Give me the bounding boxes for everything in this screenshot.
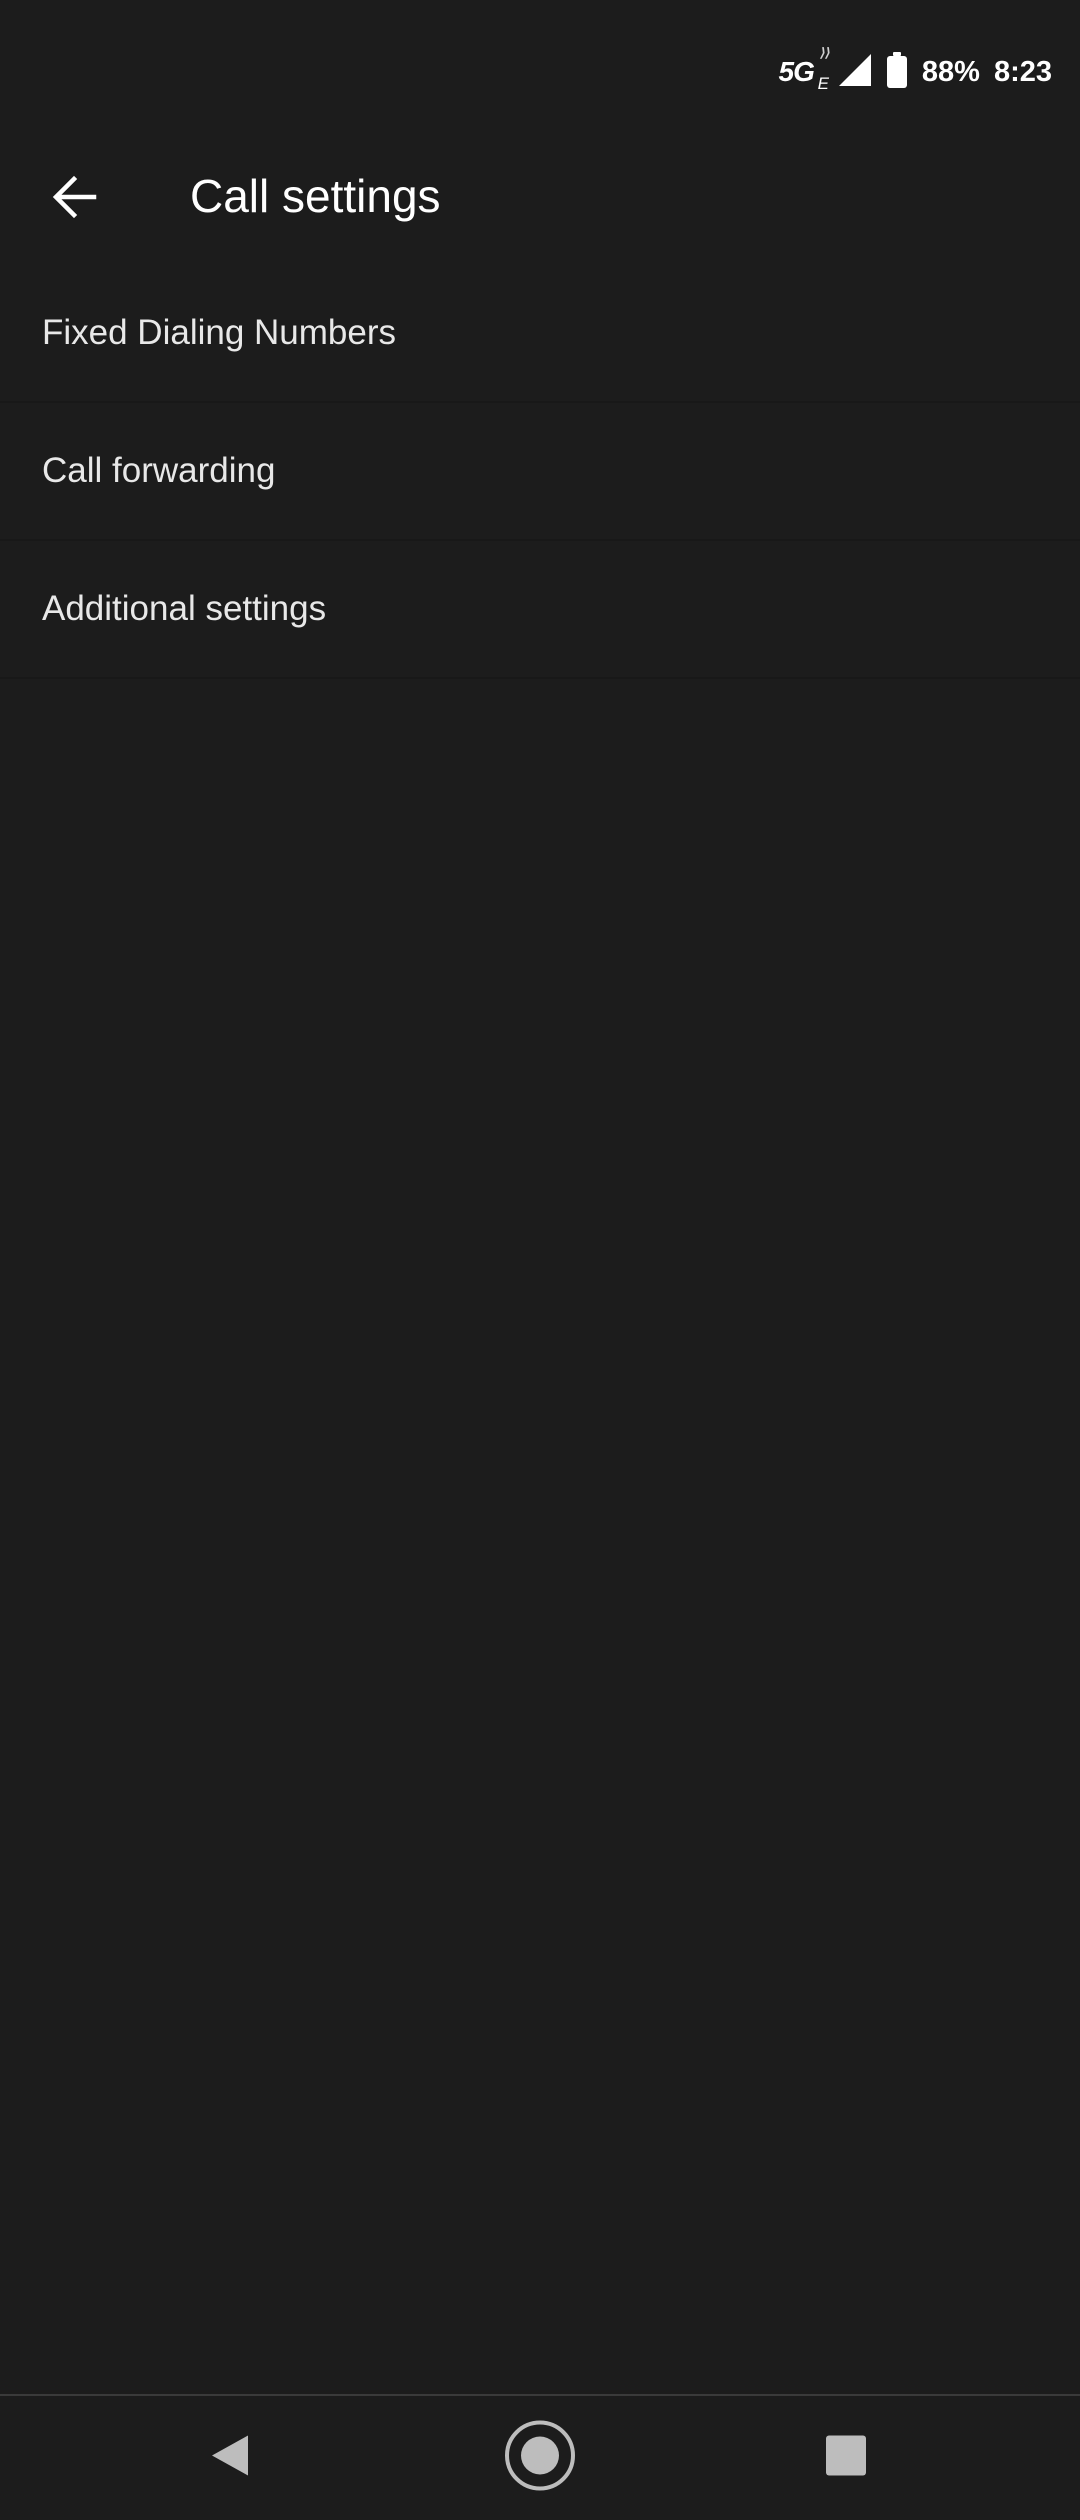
app-bar: Call settings [0,140,1080,250]
page-title: Call settings [190,170,441,222]
setting-fixed-dialing-numbers[interactable]: Fixed Dialing Numbers [0,265,1080,403]
network-sub-label: E [817,74,829,93]
setting-call-forwarding[interactable]: Call forwarding [0,403,1080,541]
setting-label: Fixed Dialing Numbers [42,313,397,352]
back-button[interactable] [40,165,108,233]
setting-label: Additional settings [42,589,327,628]
battery-percent: 88% [921,55,980,88]
nav-home-button[interactable] [503,2419,577,2498]
call-settings-screen: 5G E ⟩⟩ 88% 8:23 Call settings Fixed Dia… [0,0,1080,2520]
nav-back-button[interactable] [210,2434,250,2483]
setting-additional-settings[interactable]: Additional settings [0,541,1080,679]
navigation-bar [0,2394,1080,2520]
back-triangle-icon [210,2434,250,2483]
signal-icon [838,53,872,92]
home-circle-icon [503,2419,577,2498]
nav-recents-button[interactable] [825,2435,867,2482]
status-clock: 8:23 [993,55,1052,88]
network-type-label: 5G [778,56,815,87]
data-activity-icon: ⟩⟩ [820,45,831,60]
battery-icon [886,51,908,93]
status-icons: 5G E ⟩⟩ 88% 8:23 [778,46,1052,96]
setting-label: Call forwarding [42,451,276,490]
recents-square-icon [825,2435,867,2482]
network-5ge-icon: 5G E ⟩⟩ [778,46,831,93]
arrow-back-icon [50,173,98,226]
status-bar: 5G E ⟩⟩ 88% 8:23 [0,0,1080,140]
settings-list: Fixed Dialing Numbers Call forwarding Ad… [0,265,1080,679]
